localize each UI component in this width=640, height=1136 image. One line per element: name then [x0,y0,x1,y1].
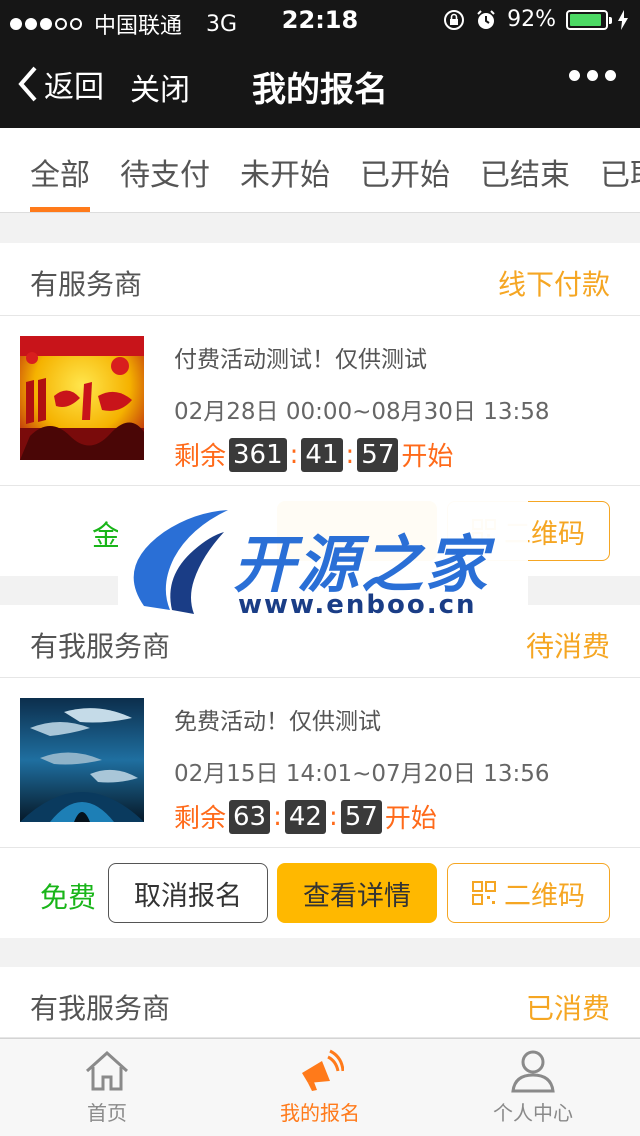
event-date-range: 02月28日 00:00~08月30日 13:58 [174,399,550,425]
tab-not-started[interactable]: 未开始 [240,150,330,194]
tab-my-registrations-label: 我的报名 [280,1101,360,1125]
event-row[interactable]: 免费活动！仅供测试 02月15日 14:01~07月20日 13:56 剩余 6… [0,678,640,848]
payment-state: 线下付款 [497,268,610,301]
tab-profile[interactable]: 个人中心 [453,1047,613,1126]
alarm-icon [477,9,495,29]
event-date-range: 02月15日 14:01~07月20日 13:56 [174,761,550,787]
countdown-hours: 63 [229,799,271,834]
event-price: 金 [92,519,121,552]
charging-icon [618,9,628,30]
watermark-logo [133,510,228,614]
tab-all[interactable]: 全部 [30,150,90,194]
countdown-suffix: 开始 [384,804,437,834]
qr-code-icon [472,881,496,905]
countdown-hours: 361 [229,437,287,472]
status-bar: 中国联通 3G 22:18 92% [0,0,640,40]
countdown-prefix: 剩余 [174,804,227,834]
page-title: 我的报名 [252,70,388,110]
qr-code-label: 二维码 [504,880,585,912]
more-icon[interactable] [569,70,616,81]
tab-home[interactable]: 首页 [27,1047,187,1126]
tab-cancelled[interactable]: 已取 [600,150,640,194]
registration-card: 有我服务商 已消费 [0,967,640,1038]
bottom-tab-bar: 首页 我的报名 个人中心 [0,1038,640,1136]
megaphone-icon [302,1049,344,1091]
battery-icon [566,9,612,30]
provider-name: 有服务商 [30,268,143,301]
event-name: 付费活动测试！仅供测试 [174,347,427,373]
registration-card: 有我服务商 待消费 免费活动！仅供测试 02月15日 14:01~07月20日 … [0,605,640,938]
countdown: 剩余 361: 41: 57 开始 [174,436,550,473]
event-thumbnail [20,698,144,822]
countdown: 剩余 63: 42: 57 开始 [174,798,550,835]
provider-name: 有我服务商 [30,992,171,1025]
cancel-registration-button[interactable]: 取消报名 [108,863,268,923]
tab-pending-payment[interactable]: 待支付 [120,150,210,194]
countdown-suffix: 开始 [401,442,454,472]
tab-home-label: 首页 [87,1101,127,1125]
user-icon [511,1050,555,1093]
event-price: 免费 [40,881,97,914]
home-icon [85,1050,129,1091]
tab-ended[interactable]: 已结束 [480,150,570,194]
event-row[interactable]: 付费活动测试！仅供测试 02月28日 00:00~08月30日 13:58 剩余… [0,316,640,486]
tab-profile-label: 个人中心 [493,1101,573,1125]
tab-started[interactable]: 已开始 [360,150,450,194]
watermark-url: www.enboo.cn [238,590,477,620]
filter-tabs: 全部 待支付 未开始 已开始 已结束 已取 [0,128,640,213]
event-thumbnail [20,336,144,460]
view-details-button[interactable]: 查看详情 [277,863,437,923]
countdown-seconds: 57 [340,799,382,834]
nav-bar: 返回 关闭 我的报名 [0,40,640,128]
top-bar: 中国联通 3G 22:18 92% 返回 关闭 我的报名 [0,0,640,128]
tab-my-registrations[interactable]: 我的报名 [240,1047,400,1126]
battery-percent: 92% [507,7,556,32]
consumption-state: 待消费 [525,630,610,663]
countdown-prefix: 剩余 [174,442,227,472]
event-name: 免费活动！仅供测试 [174,709,381,735]
provider-name: 有我服务商 [30,630,171,663]
countdown-minutes: 41 [301,437,343,472]
site-watermark: 开源之家 www.enboo.cn [118,500,528,625]
qr-code-button[interactable]: 二维码 [447,863,610,923]
rotation-lock-icon [444,9,465,30]
countdown-minutes: 42 [284,799,326,834]
consumption-state: 已消费 [525,992,610,1025]
countdown-seconds: 57 [357,437,399,472]
active-tab-indicator [30,207,90,212]
